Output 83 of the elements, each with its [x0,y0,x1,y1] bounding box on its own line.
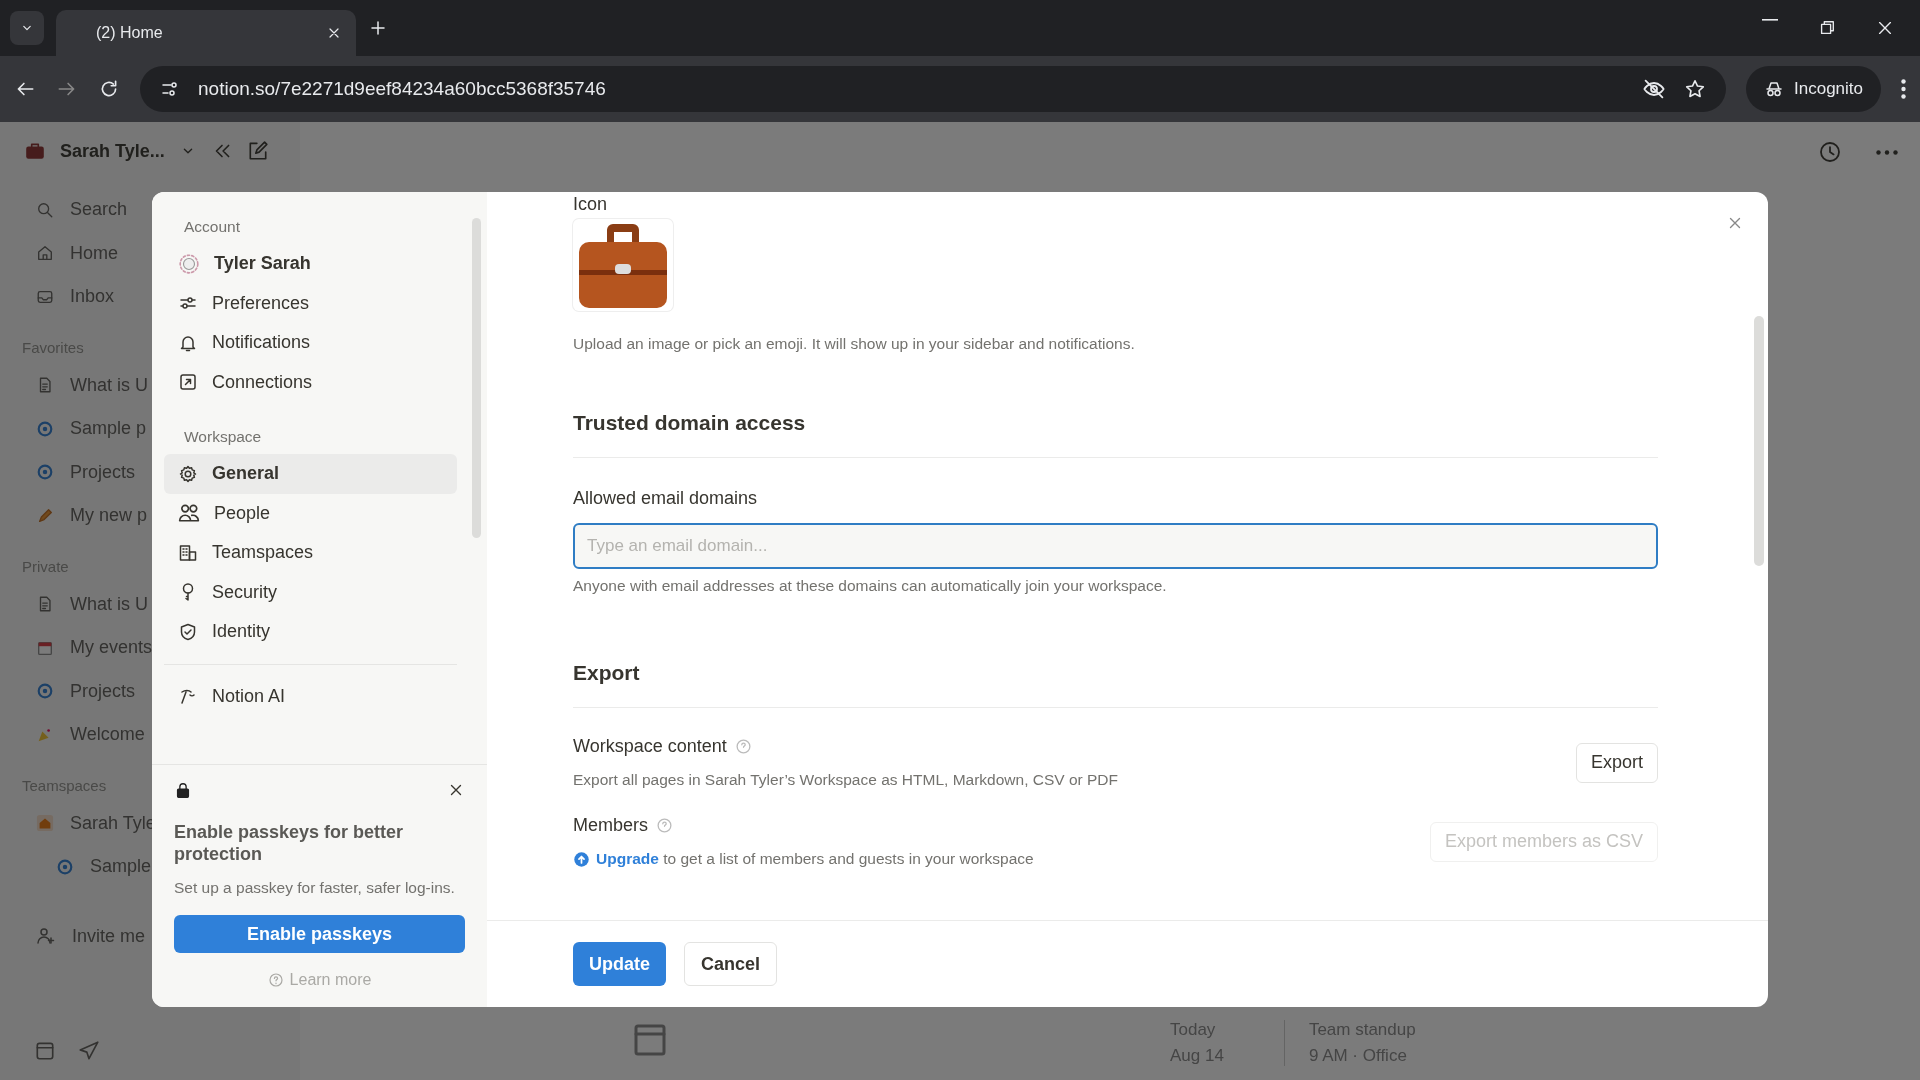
house-icon [36,814,54,833]
arrow-box-icon [178,372,198,393]
avatar-icon [178,252,200,275]
workspace-name[interactable]: Sarah Tyle... [60,140,165,162]
target-icon [36,463,54,482]
sidebar-item[interactable]: What is U [70,593,148,615]
settings-nav-item[interactable]: Notion AI [164,676,457,716]
sidebar-item[interactable]: Welcome [70,724,145,746]
restore-icon [1818,19,1836,37]
help-icon [267,972,284,988]
add-person-icon [36,926,56,947]
help-icon [734,738,752,755]
sidebar-item[interactable]: What is U [70,374,148,396]
settings-nav-item[interactable]: Security [164,572,457,612]
star-icon [1684,78,1706,100]
history-icon [1818,140,1842,164]
section-heading: Export [573,661,641,685]
eye-off-icon [1642,77,1666,101]
more-icon[interactable] [1901,79,1906,99]
pencil-icon [36,506,54,525]
field-label: Allowed email domains [573,488,759,509]
banner-title: Enable passkeys for better protection [174,821,405,865]
lock-icon [174,781,192,799]
sidebar-item[interactable]: Projects [70,680,136,702]
settings-nav-item[interactable]: Teamspaces [164,533,457,573]
incognito-icon [1764,79,1784,99]
workspace-icon-picker[interactable] [573,219,673,311]
settings-nav-item[interactable]: Notifications [164,323,457,363]
close-icon [1876,19,1894,37]
building-icon [178,542,198,563]
sidebar-item[interactable]: My events [70,637,153,659]
section-heading: Account [183,217,241,237]
incognito-button[interactable]: Incognito [1746,66,1881,112]
banner-description: Set up a passkey for faster, safer log-ins. [174,878,456,898]
target-icon [56,857,74,876]
help-text: Anyone with email addresses at these domains can automatically join your workspace. [573,577,1168,595]
sidebar-item[interactable]: My new p [70,505,148,527]
upgrade-note: Upgrade to get a list of members and guests in your workspace [596,850,1034,868]
minimize-icon[interactable] [1762,19,1778,21]
sidebar-item[interactable]: Home [70,242,118,264]
section-heading: Workspace [183,427,263,447]
home-icon [36,244,54,263]
section-heading: Trusted domain access [573,411,807,435]
learn-more-link[interactable]: Learn more [289,971,372,989]
sidebar-item[interactable]: Sample [90,856,152,878]
field-label: Icon [573,194,608,215]
target-icon [36,419,54,438]
setting-title: Members [573,815,648,836]
update-button[interactable]: Update [573,942,666,986]
sidebar-item[interactable]: Inbox [70,286,115,308]
sidebar-item[interactable]: Search [70,199,128,221]
search-icon [36,200,54,219]
site-settings-icon [160,79,180,99]
address-bar[interactable]: notion.so/7e2271d9eef84234a60bcc5368f35746 [140,66,1726,112]
help-icon [656,817,673,834]
settings-nav-item[interactable]: Tyler Sarah [164,244,457,284]
settings-nav-item[interactable]: Connections [164,362,457,402]
target-icon [36,682,54,701]
setting-description: Export all pages in Sarah Tyler’s Workspace as HTML, Markdown, CSV or PDF [573,771,1118,789]
invite-members-link[interactable]: Invite me [72,925,146,947]
settings-nav-item[interactable]: Preferences [164,283,457,323]
settings-nav-item[interactable]: Identity [164,612,457,652]
settings-nav-item[interactable]: People [164,493,457,533]
upgrade-icon [573,850,590,868]
browser-tab[interactable]: (2) Home [56,10,356,56]
people-icon [178,502,200,525]
setting-title: Workspace content [573,736,727,757]
send-icon [78,1040,100,1062]
scrollbar[interactable] [1754,316,1764,566]
sidebar-item[interactable]: Sample p [70,418,147,440]
email-domain-field[interactable]: Type an email domain... [573,523,1658,569]
edit-icon [246,140,269,162]
shield-icon [178,621,198,642]
cancel-button[interactable]: Cancel [684,942,778,986]
help-text: Upload an image or pick an emoji. It will show up in your sidebar and notifications. [573,335,1136,353]
calendar-icon [34,1040,56,1062]
export-button[interactable]: Export [1575,742,1658,783]
settings-nav-item[interactable]: General [164,454,457,494]
enable-passkeys-button[interactable]: Enable passkeys [174,915,465,953]
new-tab-icon [368,18,388,38]
scrollbar[interactable] [472,218,481,538]
sidebar-item[interactable]: Projects [70,461,136,483]
settings-icon [178,463,198,484]
